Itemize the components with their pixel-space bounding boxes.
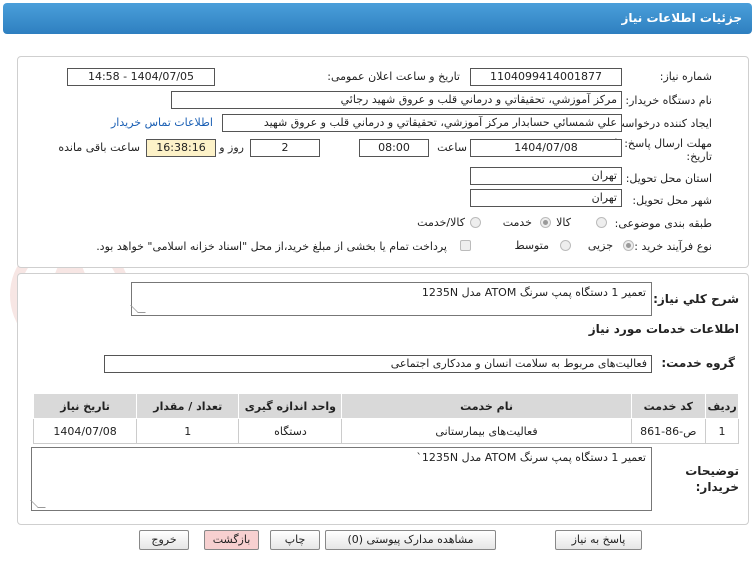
need-info-panel [17,56,749,268]
deadline-time-field: 08:00 [359,139,429,157]
reply-button[interactable]: پاسخ به نیاز [555,530,642,550]
deadline-time-label: ساعت [437,141,467,154]
category-option-service: خدمت [502,216,532,229]
buyer-label: نام دستگاه خریدار: [625,94,712,107]
payment-note: پرداخت تمام یا بخشی از مبلغ خرید،از محل … [96,240,447,253]
deadline-label: مهلت ارسال پاسخ: تا [614,137,712,150]
summary-field: تعمير 1 دستگاه پمپ سرنگ ATOM مدل 1235N [130,282,652,316]
summary-label: شرح کلي نياز: [653,292,739,306]
col-code: کد خدمت [630,393,707,419]
remaining-label: ساعت باقی مانده [58,141,140,154]
announce-date-field: 1404/07/05 - 14:58 [67,68,215,86]
print-button[interactable]: چاپ [270,530,320,550]
category-radio-service[interactable] [540,217,551,228]
process-radio-minor[interactable] [623,240,634,251]
creator-field: علي شمسائي حسابدار مرکز آموزشي، تحقيقاتي… [222,114,622,132]
buyer-contact-link[interactable]: اطلاعات تماس خریدار [111,116,213,129]
page-header: جزئیات اطلاعات نیاز [3,3,752,34]
cell-unit: دستگاه [238,418,343,444]
cell-code: ص-86-861 [630,418,707,444]
remaining-time-field: 16:38:16 [146,139,216,157]
process-option-medium: متوسط [514,239,549,252]
service-group-label: گروه خدمت: [661,356,735,370]
col-row: ردیف [705,393,739,419]
province-label: استان محل تحویل: [625,172,712,185]
process-radio-medium[interactable] [560,240,571,251]
category-radio-goods-service[interactable] [470,217,481,228]
cell-name: فعالیت‌های بیمارستانی [341,418,632,444]
city-field: تهران [470,189,622,207]
category-radio-goods[interactable] [596,217,607,228]
col-date: تاریخ نیاز [32,393,138,419]
process-label: نوع فرآیند خرید : [634,240,712,253]
back-button[interactable]: بازگشت [204,530,259,550]
buyer-notes-text: تعمير 1 دستگاه پمپ سرنگ ATOM مدل 1235N` [416,451,646,464]
cell-row: 1 [705,418,739,444]
creator-label: ایجاد کننده درخواست: [610,117,712,130]
service-group-field: فعالیت‌های مربوط به سلامت انسان و مددکار… [104,355,652,373]
deadline-date-field: 1404/07/08 [470,139,622,157]
services-table: ردیف کد خدمت نام خدمت واحد اندازه گیری ت… [32,393,739,444]
days-label: روز و [219,141,244,154]
attachments-button[interactable]: مشاهده مدارک پیوستی (0) [325,530,496,550]
summary-text: تعمير 1 دستگاه پمپ سرنگ ATOM مدل 1235N [421,286,646,299]
exit-button[interactable]: خروج [139,530,189,550]
col-name: نام خدمت [341,393,632,419]
resize-grip-icon[interactable] [130,305,146,313]
need-number-label: شماره نیاز: [659,70,712,83]
buyer-notes-label-2: خریدار: [695,480,739,494]
announce-date-label: تاریخ و ساعت اعلان عمومی: [327,70,460,83]
table-header-row: ردیف کد خدمت نام خدمت واحد اندازه گیری ت… [32,393,739,419]
buyer-notes-label: توضیحات [685,464,739,478]
need-number-field: 1104099414001877 [470,68,622,86]
page-title: جزئیات اطلاعات نیاز [621,11,742,25]
city-label: شهر محل تحویل: [632,194,712,207]
buyer-field: مرکز آموزشي، تحقيقاتي و درماني قلب و عرو… [171,91,622,109]
cell-qty: 1 [136,418,240,444]
col-qty: تعداد / مقدار [136,393,240,419]
category-label: طبقه بندی موضوعی: [614,217,712,230]
province-field: تهران [470,167,622,185]
deadline-label-date: تاریخ: [686,150,712,163]
process-option-minor: جزیی [587,239,613,252]
category-option-goods-service: کالا/خدمت [417,216,465,229]
category-option-goods: کالا [556,216,571,229]
resize-grip-icon[interactable] [30,500,46,508]
table-row: 1 ص-86-861 فعالیت‌های بیمارستانی دستگاه … [32,418,739,444]
treasury-checkbox[interactable] [460,240,471,251]
buyer-notes-field: تعمير 1 دستگاه پمپ سرنگ ATOM مدل 1235N` [30,447,652,511]
cell-date: 1404/07/08 [32,418,138,444]
services-section-title: اطلاعات خدمات مورد نیاز [588,322,739,336]
col-unit: واحد اندازه گیری [238,393,343,419]
remaining-days-field: 2 [250,139,320,157]
